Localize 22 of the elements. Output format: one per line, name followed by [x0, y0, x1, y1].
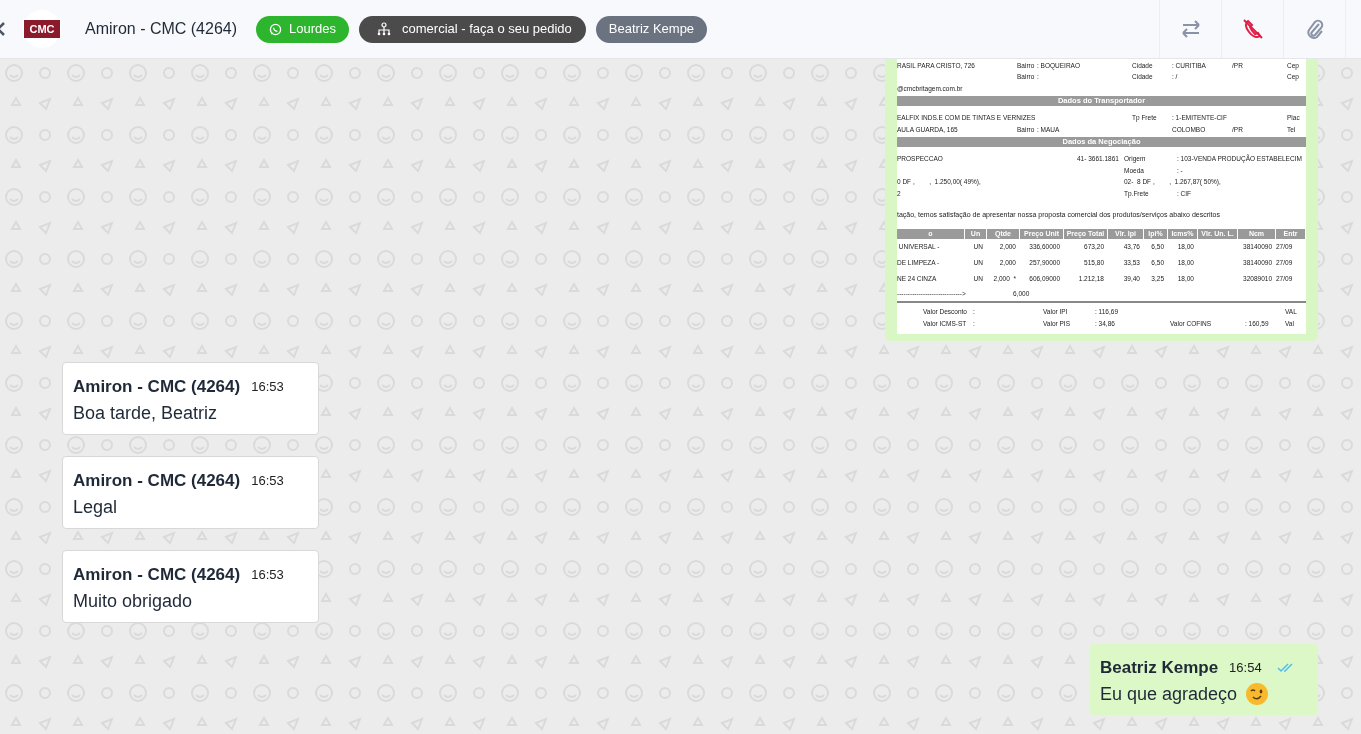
hierarchy-icon — [377, 22, 391, 36]
company-logo: CMC — [23, 10, 61, 48]
chat-title: Amiron - CMC (4264) — [85, 19, 238, 39]
badge-label: comercial - faça o seu pedido — [402, 20, 572, 39]
badge-label: Lourdes — [289, 20, 336, 39]
sender-name: Amiron - CMC (4264) — [73, 470, 241, 493]
sender-name: Amiron - CMC (4264) — [73, 564, 241, 587]
sender-name: Amiron - CMC (4264) — [73, 376, 241, 399]
paperclip-icon — [1304, 18, 1325, 40]
whatsapp-icon — [269, 22, 283, 36]
swap-arrows-icon — [1180, 20, 1201, 38]
message-text: Boa tarde, Beatriz — [73, 401, 218, 425]
badge-label: Beatriz Kempe — [608, 20, 695, 39]
message-time: 16:53 — [251, 472, 284, 491]
message-text: Legal — [73, 495, 118, 519]
message-text: Muito obrigado — [73, 589, 193, 613]
message-text: Eu que agradeço — [1100, 682, 1238, 706]
message-time: 16:53 — [251, 566, 284, 585]
phone-off-icon — [1241, 18, 1264, 40]
sender-name: Beatriz Kempe — [1100, 657, 1219, 680]
message-time: 16:53 — [251, 378, 284, 397]
message-time: 16:54 — [1229, 659, 1262, 678]
